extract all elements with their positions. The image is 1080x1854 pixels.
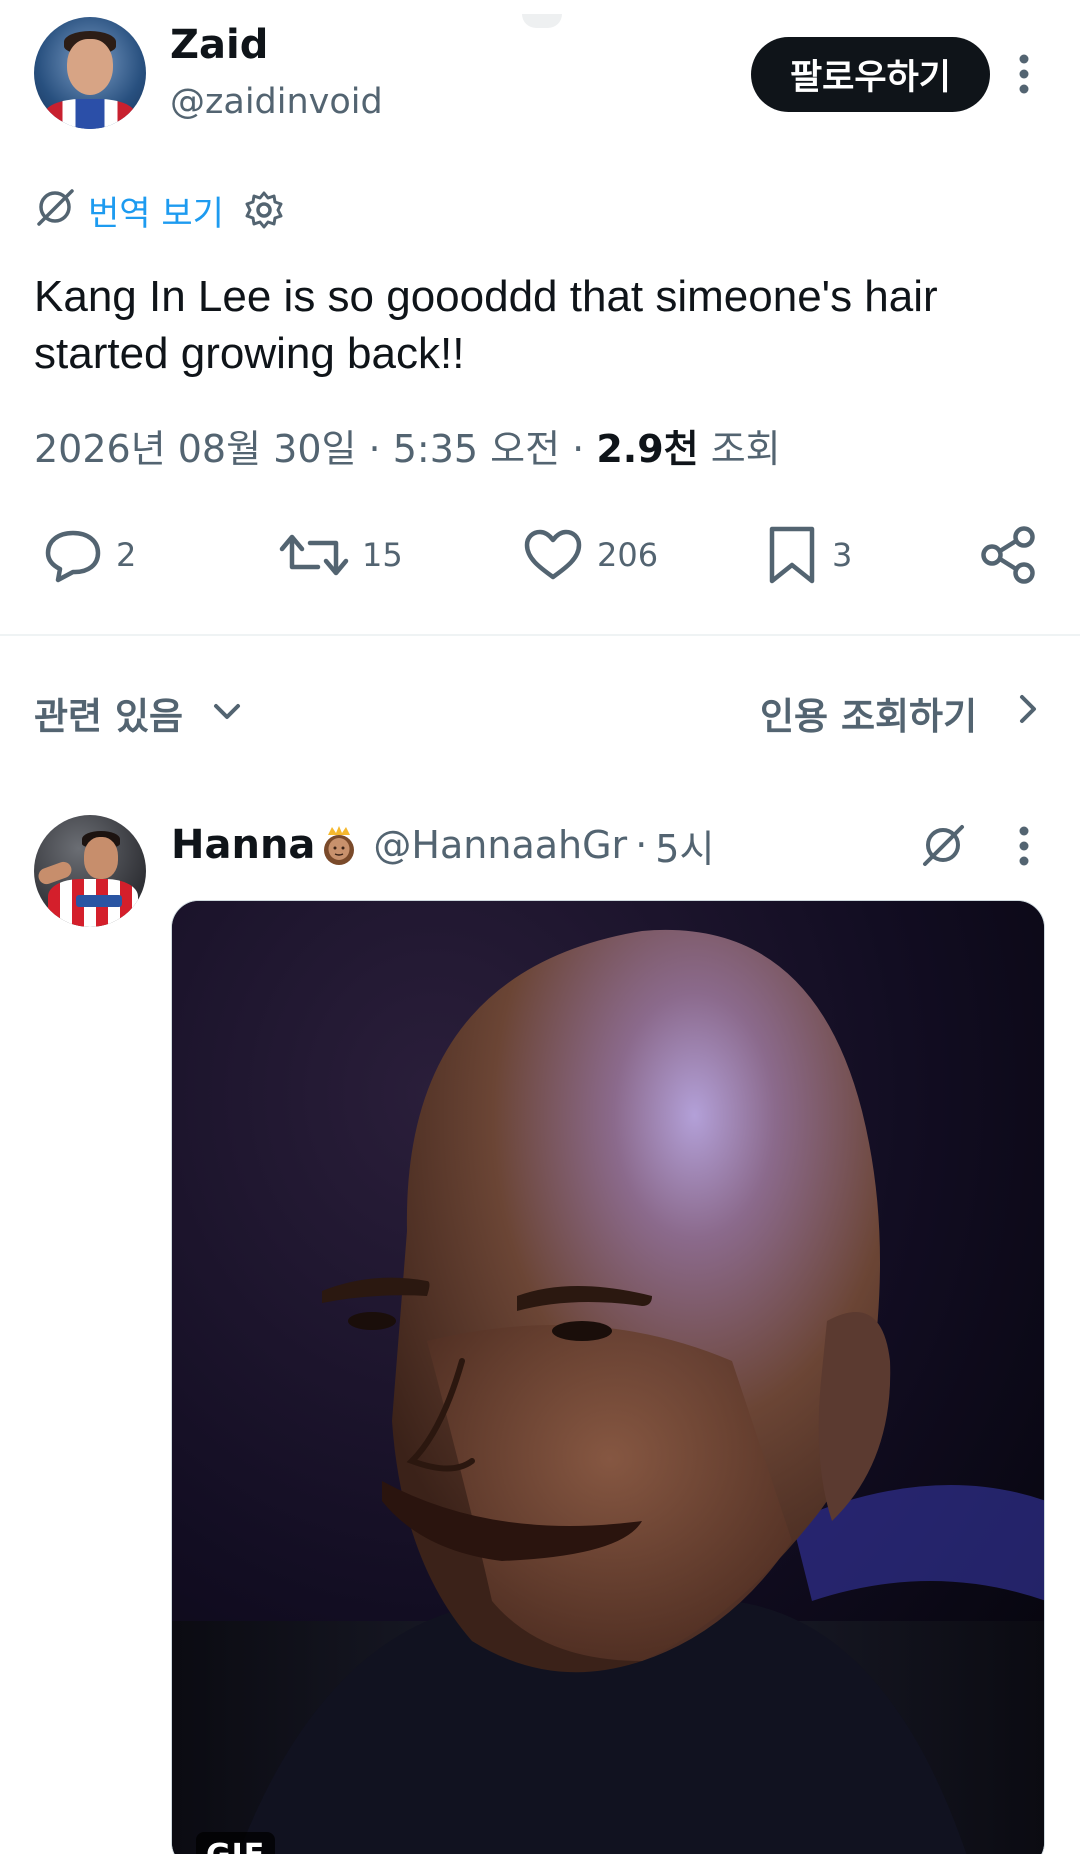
reply-count: 2	[116, 536, 137, 574]
chevron-right-icon[interactable]	[1010, 690, 1044, 728]
meta-separator: ·	[368, 427, 393, 471]
share-nodes-icon	[981, 526, 1035, 584]
gif-image-bald-man	[172, 901, 1044, 1854]
gear-icon[interactable]	[244, 190, 284, 230]
princess-emoji-icon	[324, 826, 355, 865]
translate-globe-icon[interactable]	[918, 820, 968, 870]
reply-time[interactable]: 5시	[655, 818, 714, 873]
tweet-text: Kang In Lee is so goooddd that simeone's…	[34, 272, 938, 378]
author-avatar[interactable]	[34, 17, 146, 129]
speech-bubble-icon	[45, 530, 101, 583]
bookmark-count: 3	[832, 536, 853, 574]
reply-header: Hanna @HannaahGr · 5시	[171, 816, 714, 874]
author-handle[interactable]: @zaidinvoid	[170, 82, 383, 122]
reply-button[interactable]: 2	[42, 525, 136, 585]
reply-author-avatar[interactable]	[34, 815, 146, 927]
tweet-meta: 2026년 08월 30일 · 5:35 오전 · 2.9천 조회	[34, 418, 781, 473]
chevron-down-icon[interactable]	[210, 694, 244, 728]
tweet-time[interactable]: 5:35 오전	[393, 427, 560, 471]
reply-author-name[interactable]: Hanna	[171, 822, 315, 868]
bookmark-button[interactable]: 3	[764, 525, 852, 585]
gif-badge: GIF	[196, 1832, 276, 1854]
meta-separator: ·	[572, 427, 597, 471]
view-quotes-link[interactable]: 인용 조회하기	[760, 686, 977, 740]
retweet-button[interactable]: 15	[278, 525, 403, 585]
retweet-arrows-icon	[279, 534, 349, 576]
tweet-date[interactable]: 2026년 08월 30일	[34, 427, 356, 471]
translate-globe-icon[interactable]	[34, 186, 76, 228]
follow-button[interactable]: 팔로우하기	[751, 37, 990, 112]
like-count: 206	[597, 536, 659, 574]
translate-link[interactable]: 번역 보기	[88, 186, 224, 235]
heart-icon	[524, 529, 582, 580]
author-name[interactable]: Zaid	[170, 22, 268, 68]
views-label: 조회	[710, 427, 781, 471]
share-button[interactable]	[980, 525, 1038, 585]
more-options-icon[interactable]	[1010, 822, 1038, 870]
like-button[interactable]: 206	[521, 525, 658, 585]
section-divider	[0, 634, 1080, 636]
gif-media[interactable]: GIF	[171, 900, 1045, 1854]
related-sort-toggle[interactable]: 관련 있음	[34, 686, 183, 740]
retweet-count: 15	[362, 536, 403, 574]
pull-indicator	[522, 14, 562, 28]
reply-author-handle[interactable]: @HannaahGr	[373, 823, 627, 867]
bookmark-icon	[769, 526, 815, 584]
meta-separator: ·	[635, 823, 648, 867]
more-options-icon[interactable]	[1010, 50, 1038, 98]
views-count[interactable]: 2.9천	[596, 427, 698, 471]
